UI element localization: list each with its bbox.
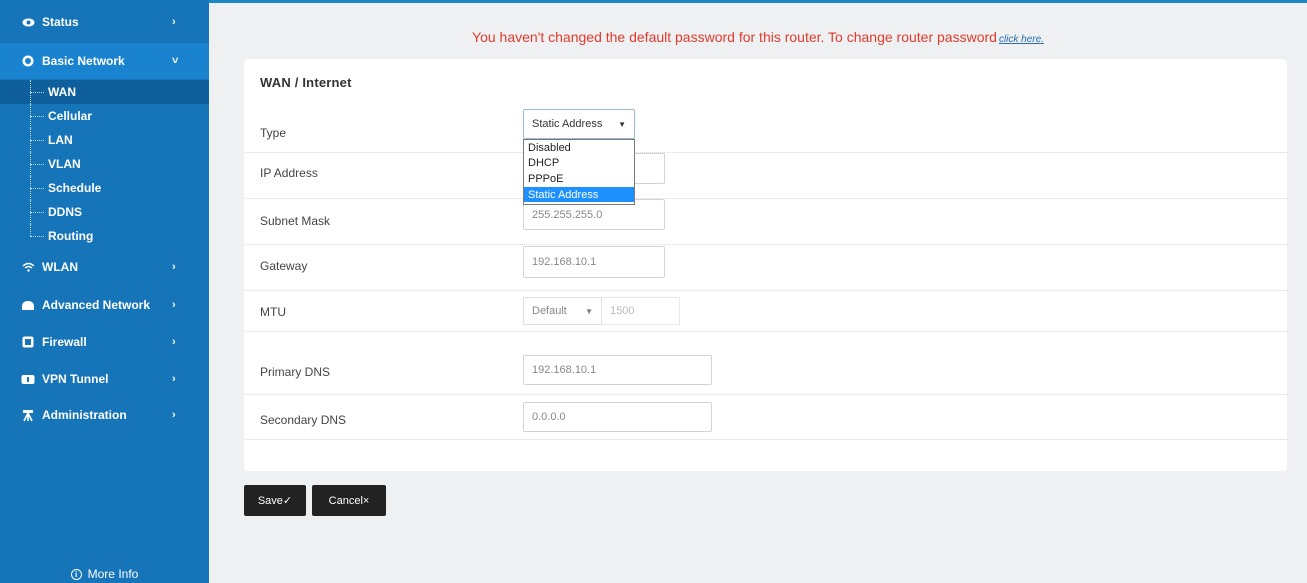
- type-option-dhcp[interactable]: DHCP: [524, 156, 634, 172]
- sidebar-item-label: DDNS: [48, 205, 83, 219]
- eye-icon: [21, 15, 35, 29]
- sidebar-item-label: LAN: [48, 133, 73, 147]
- warning-text: You haven't changed the default password…: [472, 29, 997, 45]
- sidebar-item-label: Routing: [48, 229, 94, 243]
- gateway-label: Gateway: [260, 259, 308, 273]
- firewall-icon: [21, 335, 35, 349]
- type-select[interactable]: Static Address ▼: [523, 109, 635, 139]
- admin-icon: [21, 408, 35, 422]
- sidebar-item-ddns[interactable]: DDNS: [0, 200, 209, 224]
- row-subnet-mask: Subnet Mask 255.255.255.0: [244, 199, 1287, 245]
- nav-basic-network[interactable]: Basic Network ˅: [0, 43, 209, 79]
- nav-firewall-label: Firewall: [42, 335, 87, 349]
- nav-wlan-label: WLAN: [42, 260, 78, 274]
- chevron-right-icon: ›: [172, 409, 176, 421]
- more-info-label: More Info: [87, 567, 139, 581]
- chevron-right-icon: ›: [172, 16, 176, 28]
- chevron-down-icon: ˅: [172, 55, 179, 67]
- sidebar-item-schedule[interactable]: Schedule: [0, 176, 209, 200]
- row-gateway: Gateway 192.168.10.1: [244, 245, 1287, 291]
- row-mtu: MTU Default ▼ 1500: [244, 291, 1287, 332]
- sidebar-item-lan[interactable]: LAN: [0, 128, 209, 152]
- caret-down-icon: ▼: [618, 119, 626, 129]
- top-bar: [209, 0, 1307, 3]
- sidebar-item-wan[interactable]: WAN: [0, 80, 209, 104]
- cloud-icon: [21, 298, 35, 312]
- sidebar-item-label: Cellular: [48, 109, 93, 123]
- gateway-input[interactable]: 192.168.10.1: [523, 246, 665, 278]
- primary-dns-label: Primary DNS: [260, 365, 331, 379]
- sidebar-item-vlan[interactable]: VLAN: [0, 152, 209, 176]
- type-option-pppoe[interactable]: PPPoE: [524, 171, 634, 187]
- nav-status-label: Status: [42, 15, 79, 29]
- nav-wlan[interactable]: WLAN ›: [0, 249, 209, 285]
- type-option-static-address[interactable]: Static Address: [524, 186, 634, 203]
- mtu-mode-select[interactable]: Default ▼: [523, 297, 602, 325]
- page-title: WAN / Internet: [260, 75, 352, 90]
- nav-status[interactable]: Status ›: [0, 4, 209, 40]
- info-icon: i: [70, 568, 82, 580]
- wifi-icon: [21, 260, 35, 274]
- mtu-mode-value: Default: [532, 305, 567, 317]
- chevron-right-icon: ›: [172, 261, 176, 273]
- nav-vpn-tunnel[interactable]: VPN Tunnel ›: [0, 361, 209, 397]
- password-warning: You haven't changed the default password…: [209, 29, 1307, 45]
- nav-basic-network-label: Basic Network: [42, 54, 125, 68]
- change-password-link[interactable]: click here.: [999, 34, 1044, 45]
- more-info-link[interactable]: i More Info: [0, 565, 209, 583]
- type-dropdown-list: Disabled DHCP PPPoE Static Address: [523, 139, 635, 205]
- secondary-dns-label: Secondary DNS: [260, 413, 347, 427]
- caret-down-icon: ▼: [585, 306, 593, 316]
- row-type: Type Static Address ▼: [244, 107, 1287, 153]
- sidebar-item-cellular[interactable]: Cellular: [0, 104, 209, 128]
- mtu-label: MTU: [260, 305, 286, 319]
- type-label: Type: [260, 126, 287, 140]
- nav-administration[interactable]: Administration ›: [0, 397, 209, 433]
- type-option-disabled[interactable]: Disabled: [524, 140, 634, 156]
- globe-icon: [21, 54, 35, 68]
- nav-administration-label: Administration: [42, 408, 127, 422]
- row-ip-address: IP Address: [244, 153, 1287, 199]
- save-button[interactable]: Save✓: [244, 485, 306, 516]
- sidebar-item-routing[interactable]: Routing: [0, 224, 209, 248]
- row-secondary-dns: Secondary DNS 0.0.0.0: [244, 395, 1287, 440]
- sidebar-item-label: Schedule: [48, 181, 102, 195]
- ip-address-label: IP Address: [260, 166, 318, 180]
- row-primary-dns: Primary DNS 192.168.10.1: [244, 332, 1287, 395]
- nav-vpn-tunnel-label: VPN Tunnel: [42, 372, 109, 386]
- mtu-input[interactable]: 1500: [602, 297, 680, 325]
- chevron-right-icon: ›: [172, 373, 176, 385]
- type-select-value: Static Address: [532, 118, 603, 130]
- chevron-right-icon: ›: [172, 299, 176, 311]
- primary-dns-input[interactable]: 192.168.10.1: [523, 355, 712, 385]
- sidebar: Status › Basic Network ˅ WAN Cellular LA…: [0, 0, 209, 583]
- vpn-icon: [21, 372, 35, 386]
- subnet-mask-label: Subnet Mask: [260, 214, 331, 228]
- sidebar-item-label: WAN: [48, 85, 76, 99]
- nav-advanced-network[interactable]: Advanced Network ›: [0, 287, 209, 323]
- cancel-button[interactable]: Cancel×: [312, 485, 386, 516]
- secondary-dns-input[interactable]: 0.0.0.0: [523, 402, 712, 432]
- nav-firewall[interactable]: Firewall ›: [0, 324, 209, 360]
- wan-card: WAN / Internet Type Static Address ▼ IP …: [244, 59, 1287, 471]
- sidebar-item-label: VLAN: [48, 157, 81, 171]
- nav-advanced-network-label: Advanced Network: [42, 298, 151, 312]
- chevron-right-icon: ›: [172, 336, 176, 348]
